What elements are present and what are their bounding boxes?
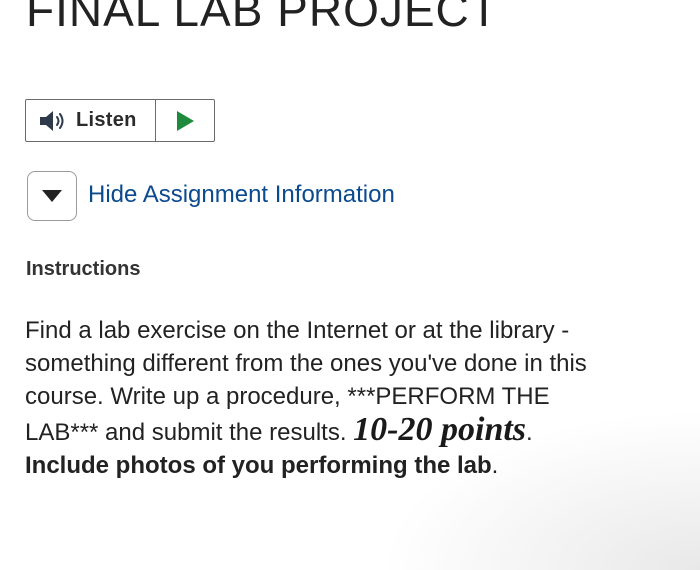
instructions-heading: Instructions bbox=[26, 258, 141, 280]
listen-button[interactable]: Listen bbox=[26, 100, 156, 141]
instructions-line-5-end: . bbox=[491, 452, 499, 479]
page-title: FINAL LAB PROJECT bbox=[26, 0, 499, 36]
hide-assignment-info-link[interactable]: Hide Assignment Information bbox=[88, 181, 395, 209]
instructions-text: Find a lab exercise on the Internet or a… bbox=[25, 314, 675, 482]
instructions-line-1: Find a lab exercise on the Internet or a… bbox=[25, 317, 570, 344]
speaker-icon bbox=[40, 110, 64, 131]
play-icon bbox=[177, 110, 194, 131]
instructions-line-4: LAB*** and submit the results. bbox=[25, 419, 354, 446]
instructions-line-3: course. Write up a procedure, ***PERFORM… bbox=[25, 383, 550, 410]
instructions-line-2: something different from the ones you've… bbox=[25, 350, 587, 377]
points-value: 10-20 points bbox=[353, 411, 527, 448]
listen-label: Listen bbox=[76, 109, 137, 131]
instructions-photos-note: Include photos of you performing the lab bbox=[25, 452, 492, 479]
instructions-line-4-end: . bbox=[526, 419, 533, 446]
hide-assignment-toggle-button[interactable] bbox=[27, 171, 77, 221]
listen-widget: Listen bbox=[25, 99, 215, 142]
caret-down-icon bbox=[42, 190, 62, 202]
play-button[interactable] bbox=[156, 100, 214, 141]
